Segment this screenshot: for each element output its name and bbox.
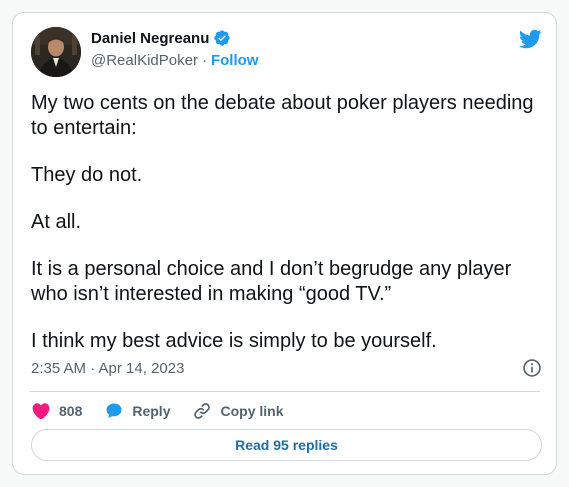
tweet-paragraph: It is a personal choice and I don’t begr… — [31, 258, 512, 305]
copy-link-label: Copy link — [220, 403, 284, 419]
reply-label: Reply — [132, 403, 171, 419]
verified-badge-icon — [214, 30, 231, 46]
action-bar: 808 Reply Copy link — [31, 399, 306, 423]
tweet-paragraph: My two cents on the debate about poker p… — [31, 92, 534, 139]
link-icon — [194, 403, 211, 419]
read-replies-button[interactable]: Read 95 replies — [31, 429, 542, 461]
author-name-row: Daniel Negreanu — [91, 29, 231, 47]
author-name[interactable]: Daniel Negreanu — [91, 30, 209, 47]
profile-photo — [31, 27, 81, 77]
tweet-paragraph: They do not. — [31, 164, 143, 186]
tweet-card: Daniel Negreanu @RealKidPoker · Follow M… — [12, 12, 557, 475]
info-icon[interactable] — [522, 358, 542, 378]
tweet-paragraph: At all. — [31, 211, 82, 233]
like-button[interactable]: 808 — [31, 401, 82, 421]
tweet-timestamp[interactable]: 2:35 AM · Apr 14, 2023 — [31, 360, 184, 377]
separator-dot: · — [201, 52, 207, 69]
follow-button[interactable]: Follow — [211, 52, 259, 69]
tweet-text: My two cents on the debate about poker p… — [31, 91, 541, 354]
twitter-bird-icon[interactable] — [518, 27, 542, 51]
tweet-paragraph: I think my best advice is simply to be y… — [31, 330, 437, 352]
divider — [29, 391, 540, 392]
copy-link-button[interactable]: Copy link — [192, 401, 284, 421]
like-count: 808 — [59, 403, 83, 419]
author-handle[interactable]: @RealKidPoker — [91, 52, 198, 69]
reply-button[interactable]: Reply — [104, 401, 170, 421]
reply-bubble-icon — [106, 403, 122, 419]
avatar[interactable] — [31, 27, 81, 77]
handle-row: @RealKidPoker · Follow — [91, 52, 258, 69]
heart-icon — [32, 403, 50, 420]
